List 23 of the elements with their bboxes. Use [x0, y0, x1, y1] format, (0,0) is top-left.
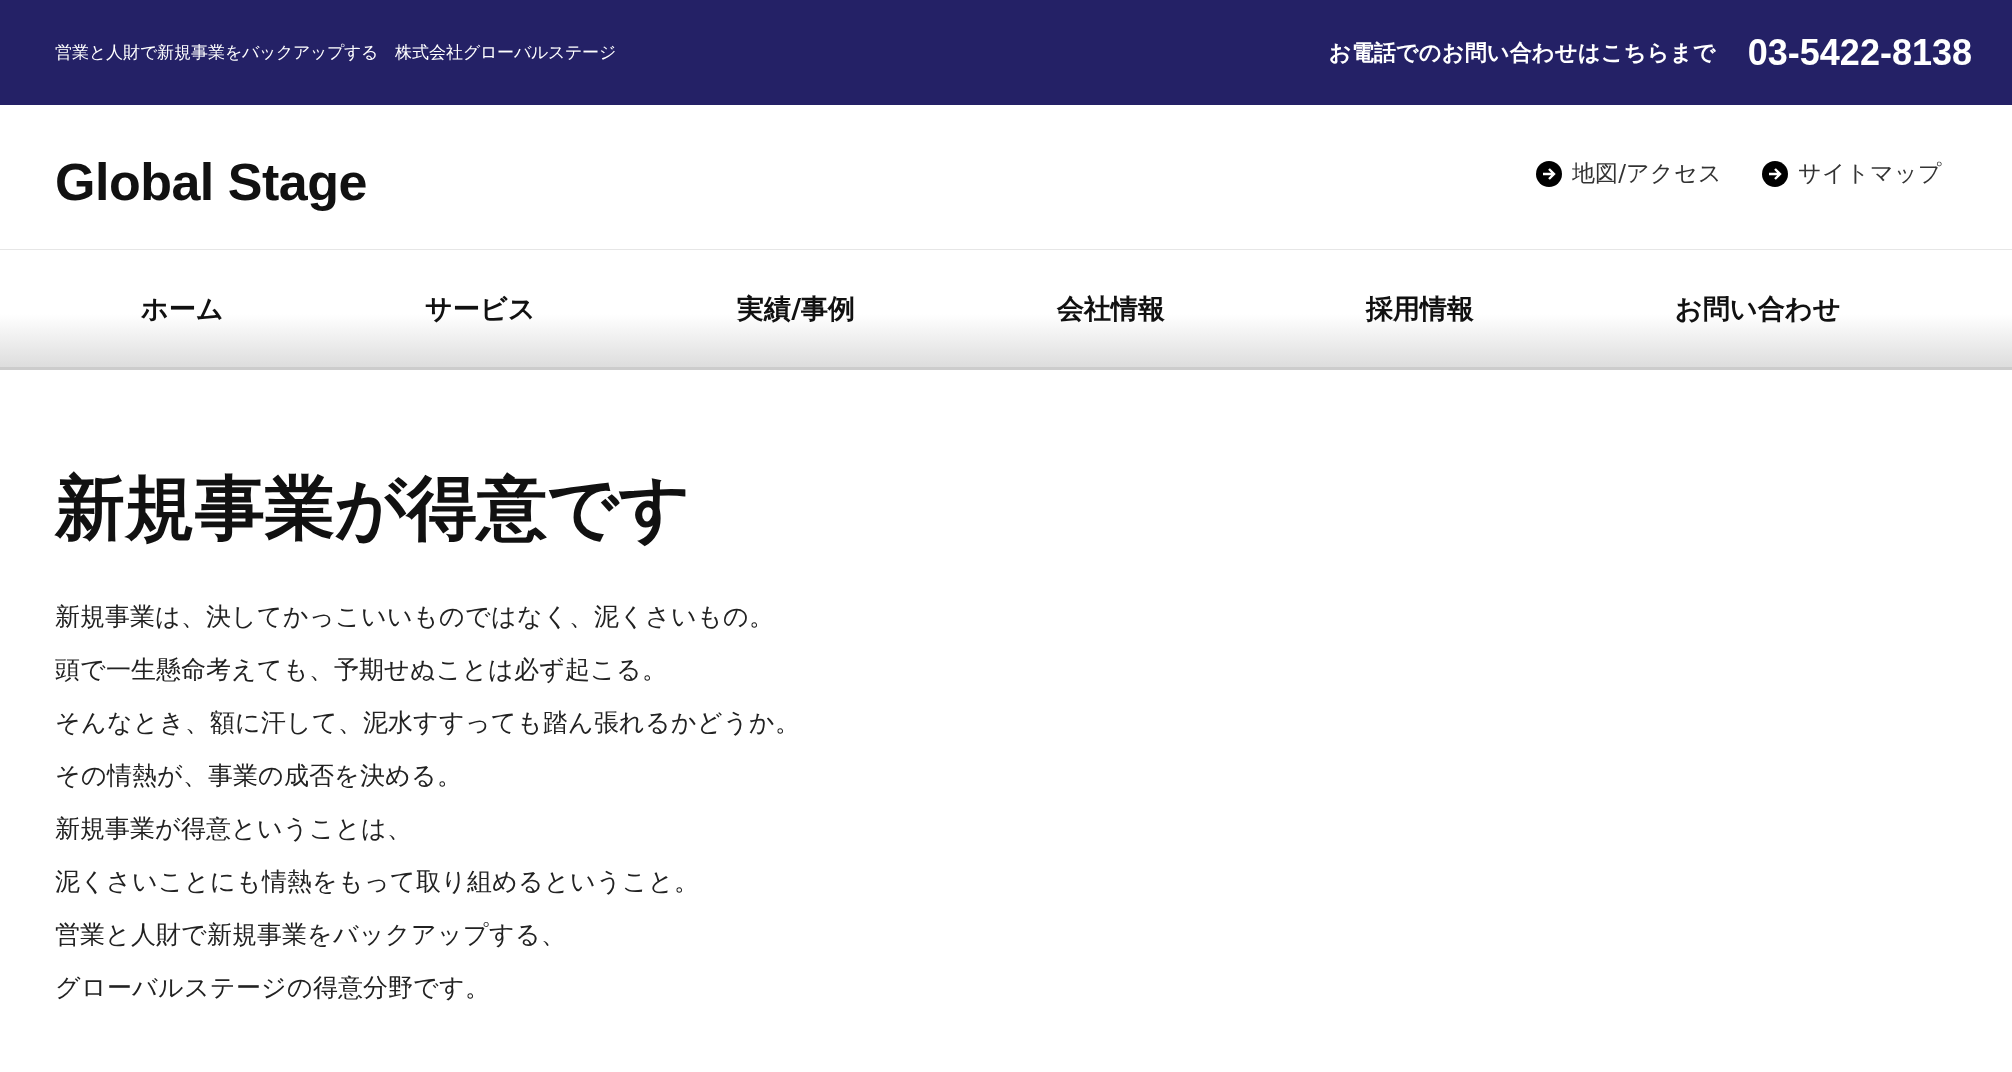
nav-item[interactable]: ホーム — [140, 290, 224, 327]
phone-number: 03-5422-8138 — [1747, 31, 1972, 74]
nav-item[interactable]: お問い合わせ — [1675, 290, 1842, 327]
body-text: 頭で一生懸命考えても、予期せぬことは必ず起こる。 — [55, 654, 668, 686]
body-text: グローバルステージの得意分野です。 — [55, 972, 491, 1004]
phone-label: お電話でのお問い合わせはこちらまで — [1328, 38, 1716, 67]
header-link[interactable]: サイトマップ — [1762, 158, 1942, 189]
body-text: 営業と人財で新規事業をバックアップする、 — [55, 919, 567, 951]
body-text: 新規事業が得意ということは、 — [55, 813, 413, 845]
body-text: 泥くさいことにも情熱をもって取り組めるということ。 — [55, 866, 700, 898]
page-heading: 新規事業が得意です — [55, 466, 692, 550]
nav-item[interactable]: 会社情報 — [1056, 290, 1165, 327]
body-text: その情熱が、事業の成否を決める。 — [55, 760, 463, 792]
nav-item[interactable]: 実績/事例 — [737, 290, 856, 327]
arrow-right-icon — [1536, 160, 1563, 187]
body-text: そんなとき、額に汗して、泥水すすっても踏ん張れるかどうか。 — [55, 707, 801, 739]
nav-item[interactable]: サービス — [425, 290, 536, 327]
arrow-right-icon — [1762, 160, 1788, 187]
tagline: 営業と人財で新規事業をバックアップする 株式会社グローバルステージ — [55, 41, 616, 64]
header-link[interactable]: 地図/アクセス — [1536, 158, 1722, 189]
nav-item[interactable]: 採用情報 — [1365, 290, 1474, 327]
body-text: 新規事業は、決してかっこいいものではなく、泥くさいもの。 — [55, 601, 775, 633]
logo[interactable]: Global Stage — [55, 152, 367, 212]
